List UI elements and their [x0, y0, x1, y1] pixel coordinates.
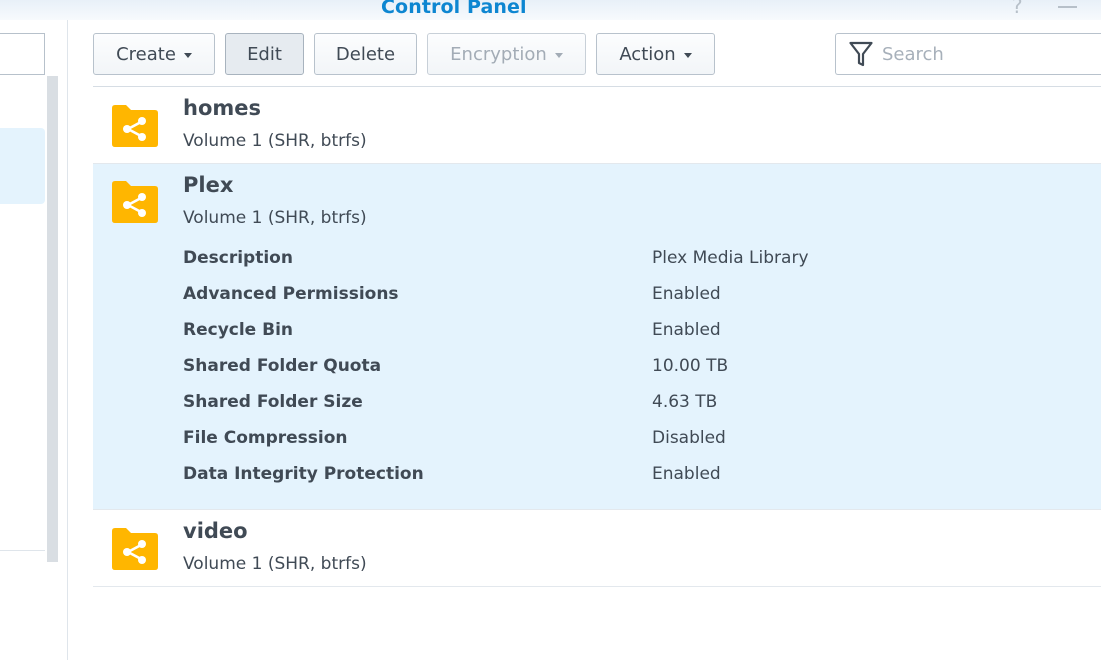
detail-value: Disabled [652, 428, 726, 448]
detail-label: Data Integrity Protection [183, 464, 424, 484]
list-item[interactable]: homes Volume 1 (SHR, btrfs) [93, 87, 1101, 164]
encryption-button[interactable]: Encryption [427, 33, 586, 75]
folder-name: video [183, 519, 248, 543]
detail-label: Recycle Bin [183, 320, 294, 340]
nav-divider [0, 550, 45, 551]
filter-icon[interactable] [849, 41, 873, 67]
search-input[interactable] [882, 43, 1082, 65]
chevron-down-icon [183, 52, 192, 58]
list-item-selected[interactable]: Plex Volume 1 (SHR, btrfs) Description P… [93, 164, 1101, 510]
folder-volume: Volume 1 (SHR, btrfs) [183, 208, 367, 228]
chevron-down-icon [683, 52, 692, 58]
folder-volume: Volume 1 (SHR, btrfs) [183, 554, 367, 574]
detail-value: Enabled [652, 284, 721, 304]
folder-volume: Volume 1 (SHR, btrfs) [183, 131, 367, 151]
encryption-label: Encryption [450, 43, 547, 65]
detail-value: 4.63 TB [652, 392, 718, 412]
detail-label: File Compression [183, 428, 348, 448]
delete-label: Delete [335, 43, 396, 65]
nav-scrollbar[interactable] [47, 76, 58, 562]
create-label: Create [116, 43, 176, 65]
window-title: Control Panel [381, 0, 527, 18]
detail-value: 10.00 TB [652, 356, 729, 376]
action-button[interactable]: Action [596, 33, 715, 75]
shared-folder-icon [112, 528, 158, 570]
shared-folder-icon [112, 181, 158, 223]
detail-value: Enabled [652, 464, 721, 484]
detail-label: Description [183, 248, 293, 268]
detail-label: Shared Folder Size [183, 392, 363, 412]
list-item[interactable]: video Volume 1 (SHR, btrfs) [93, 510, 1101, 587]
minimize-icon[interactable] [1058, 6, 1077, 8]
action-label: Action [619, 43, 676, 65]
chevron-down-icon [554, 52, 563, 58]
edit-label: Edit [247, 43, 282, 65]
shared-folder-icon [112, 105, 158, 147]
detail-value: Enabled [652, 320, 721, 340]
title-bar: Control Panel ? [0, 0, 1101, 20]
delete-button[interactable]: Delete [314, 33, 417, 75]
edit-button[interactable]: Edit [225, 33, 304, 75]
search-box[interactable] [835, 33, 1101, 75]
left-nav-panel [0, 20, 68, 660]
nav-selected-item[interactable] [0, 128, 45, 204]
help-icon[interactable]: ? [1012, 0, 1023, 18]
detail-label: Shared Folder Quota [183, 356, 382, 376]
folder-name: homes [183, 96, 262, 120]
nav-search-input[interactable] [0, 33, 45, 75]
detail-label: Advanced Permissions [183, 284, 399, 304]
create-button[interactable]: Create [93, 33, 215, 75]
folder-name: Plex [183, 173, 234, 197]
detail-value: Plex Media Library [652, 248, 809, 268]
